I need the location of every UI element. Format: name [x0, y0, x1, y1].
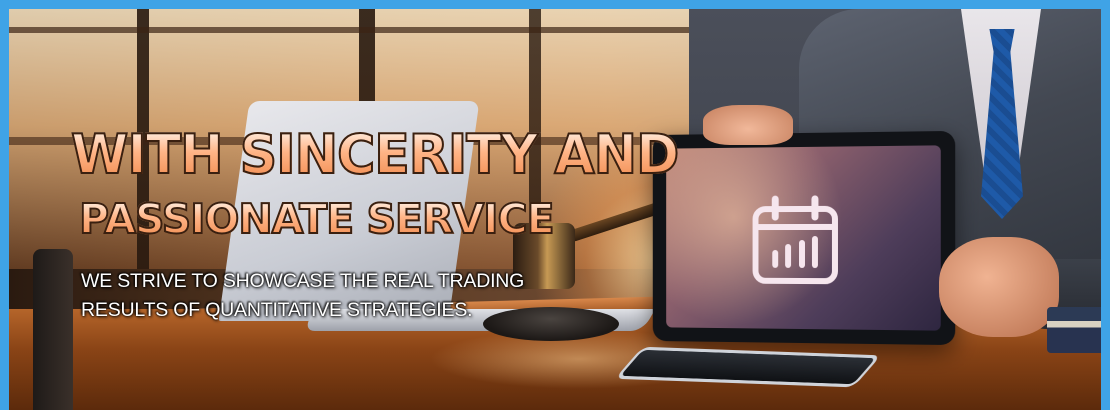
- banner-subtext: WE STRIVE TO SHOWCASE THE REAL TRADING R…: [81, 267, 524, 325]
- clasped-hand: [939, 237, 1059, 337]
- calendar-chart-icon: [746, 191, 845, 292]
- office-chair: [33, 249, 73, 410]
- subtext-line-2: RESULTS OF QUANTITATIVE STRATEGIES.: [81, 299, 473, 321]
- hero-banner: WITH SINCERITY AND PASSIONATE SERVICE WE…: [9, 9, 1101, 410]
- book-stack: [1047, 307, 1101, 353]
- headline-line-2: PASSIONATE SERVICE: [78, 195, 556, 243]
- hand-holding-tablet: [703, 105, 793, 145]
- tablet-screen: [666, 145, 941, 331]
- subtext-line-1: WE STRIVE TO SHOWCASE THE REAL TRADING: [81, 270, 525, 292]
- window-frame-bar: [9, 27, 709, 33]
- tablet: [652, 130, 956, 346]
- banner-frame: WITH SINCERITY AND PASSIONATE SERVICE WE…: [0, 0, 1110, 410]
- headline-line-1: WITH SINCERITY AND: [70, 123, 680, 187]
